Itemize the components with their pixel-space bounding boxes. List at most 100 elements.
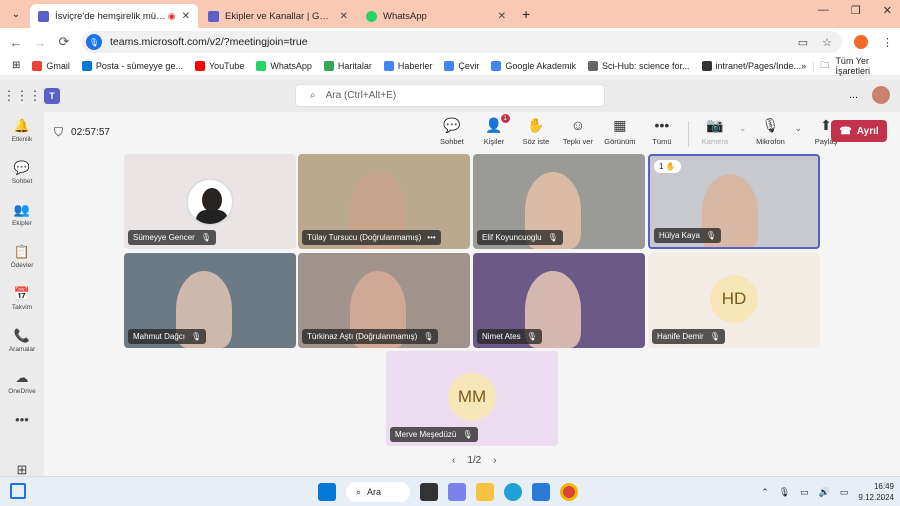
control-button[interactable]: ✋ Söz iste (518, 117, 554, 146)
camera-options-icon[interactable]: ⌄ (739, 123, 747, 134)
bookmark-item[interactable]: Haberler (383, 60, 432, 71)
extension-icon[interactable] (854, 35, 868, 49)
bookmark-item[interactable]: WhatsApp (256, 60, 312, 71)
bookmark-item[interactable]: intranet/Pages/Inde... (701, 60, 801, 71)
store-icon[interactable] (532, 483, 550, 501)
bookmark-item[interactable]: Gmail (32, 60, 70, 71)
view-icon: ▦ (613, 117, 626, 135)
bookmark-item[interactable]: Google Akademik (491, 60, 576, 71)
task-view-icon[interactable] (420, 483, 438, 501)
bookmark-star-icon[interactable]: ☆ (822, 36, 832, 49)
restore-icon[interactable]: ❐ (851, 4, 861, 17)
browser-menu-icon[interactable]: ⋮ (882, 36, 893, 49)
minimize-icon[interactable]: — (818, 4, 829, 17)
bookmark-item[interactable]: Posta - sümeyye ge... (81, 60, 183, 71)
bookmark-item[interactable]: Haritalar (323, 60, 372, 71)
tab-meeting[interactable]: İsviçre'de hemşirelik müfredat ◉ ✕ (30, 4, 198, 28)
chevron-up-icon[interactable]: ⌃ (761, 487, 769, 498)
participant-tile[interactable]: MM Merve Meşedüzü 🎙 (386, 351, 558, 446)
settings-more-icon[interactable]: ... (849, 89, 858, 101)
participant-tile[interactable]: HD Hanife Demir 🎙 (648, 253, 820, 348)
teams-app-icon[interactable] (448, 483, 466, 501)
chat-icon: 💬 (13, 160, 31, 175)
back-icon[interactable]: ← (4, 35, 28, 50)
rail-item[interactable]: ••• (0, 412, 44, 448)
widgets-icon[interactable] (10, 483, 26, 499)
rail-item[interactable]: 📋 Ödevler (0, 244, 44, 280)
close-icon[interactable]: ✕ (498, 11, 506, 22)
initials-avatar: MM (448, 373, 496, 421)
cast-icon[interactable]: ▭ (798, 36, 808, 49)
tab-teams-channels[interactable]: Ekipler ve Kanallar | Genel | Mic ✕ (200, 4, 356, 28)
network-icon[interactable]: ▭ (800, 487, 809, 498)
taskbar-search[interactable]: ⌕ Ara (346, 482, 410, 502)
all-bookmarks-link[interactable]: Tüm Yer İşaretleri (835, 56, 890, 76)
close-icon[interactable]: ✕ (340, 11, 348, 22)
rail-item[interactable]: 🔔 Etkinlik (0, 118, 44, 154)
mic-button[interactable]: 🎙 Mikrofon (752, 117, 788, 146)
clock[interactable]: 16:49 9.12.2024 (858, 481, 894, 503)
participant-name: Sümeyye Gencer (133, 233, 195, 242)
bell-icon: 🔔 (13, 118, 31, 133)
more-options-icon[interactable]: ••• (427, 233, 435, 242)
mic-tray-icon[interactable]: 🎙 (779, 487, 790, 498)
participant-tile[interactable]: 1 ✋ Hülya Kaya 🎙 (648, 154, 820, 249)
close-icon[interactable]: ✕ (182, 11, 190, 22)
rail-item[interactable]: 👥 Ekipler (0, 202, 44, 238)
mic-options-icon[interactable]: ⌄ (794, 123, 802, 134)
new-tab-button[interactable]: + (522, 6, 530, 22)
participant-name: Mahmut Dağcı (133, 332, 186, 341)
mic-muted-icon: 🎙 (423, 332, 434, 341)
control-button[interactable]: ••• Tümü (644, 117, 680, 146)
prev-page-button[interactable]: ‹ (452, 455, 455, 466)
rail-item[interactable]: 📅 Takvim (0, 286, 44, 322)
site-info-icon[interactable]: 🎙 (86, 34, 102, 50)
control-button[interactable]: ▦ Görünüm (602, 117, 638, 146)
app-launcher-icon[interactable]: ⋮⋮⋮ (0, 88, 44, 104)
reload-icon[interactable]: ⟳ (52, 34, 76, 50)
bookmark-favicon-icon (383, 60, 394, 71)
camera-button[interactable]: 📷 Kamera (697, 117, 733, 146)
rail-item[interactable]: ☁ OneDrive (0, 370, 44, 406)
file-explorer-icon[interactable] (476, 483, 494, 501)
tab-search-icon[interactable]: ⌄ (6, 4, 26, 24)
rail-label: Aramalar (8, 346, 36, 353)
control-label: Söz iste (522, 137, 550, 146)
close-window-icon[interactable]: ✕ (883, 4, 892, 17)
next-page-button[interactable]: › (493, 455, 496, 466)
shield-icon: ⛉ (54, 124, 64, 139)
participant-tile[interactable]: Türkinaz Aştı (Doğrulanmamış) 🎙 (298, 253, 470, 348)
avatar[interactable] (872, 86, 890, 104)
url-field[interactable]: 🎙 teams.microsoft.com/v2/?meetingjoin=tr… (82, 31, 842, 53)
apps-grid-icon[interactable]: ⊞ (12, 60, 20, 71)
bookmark-item[interactable]: Sci-Hub: science for... (587, 60, 690, 71)
search-input[interactable]: ⌕ Ara (Ctrl+Alt+E) (295, 84, 605, 107)
battery-icon[interactable]: ▭ (840, 487, 849, 498)
participant-tile[interactable]: Nimet Ates 🎙 (473, 253, 645, 348)
volume-icon[interactable]: 🔊 (819, 487, 830, 498)
bookmark-favicon-icon (701, 60, 712, 71)
control-button[interactable]: 👤 1 Kişiler (476, 114, 512, 146)
leave-button[interactable]: ☎ Ayrıl (831, 120, 887, 142)
participant-tile[interactable]: Sümeyye Gencer 🎙 (124, 154, 296, 249)
bookmark-label: WhatsApp (270, 60, 312, 71)
chrome-icon[interactable] (560, 483, 578, 501)
start-icon[interactable] (318, 483, 336, 501)
edge-icon[interactable] (504, 483, 522, 501)
control-button[interactable]: ☺ Tepki ver (560, 117, 596, 146)
mic-muted-icon: 🎙 (200, 233, 211, 242)
control-glyph: 👤 (485, 117, 503, 133)
tab-whatsapp[interactable]: WhatsApp ✕ (358, 4, 514, 28)
bookmark-item[interactable]: YouTube (194, 60, 244, 71)
participant-tile[interactable]: Mahmut Dağcı 🎙 (124, 253, 296, 348)
control-button[interactable]: 💬 Sohbet (434, 117, 470, 146)
participant-tile[interactable]: Tülay Tursucu (Doğrulanmamış) ••• (298, 154, 470, 249)
more-icon: ••• (655, 117, 670, 135)
rail-item[interactable]: 💬 Sohbet (0, 160, 44, 196)
participant-tile[interactable]: Elif Koyuncuoglu 🎙 (473, 154, 645, 249)
forward-icon[interactable]: → (28, 35, 52, 50)
bookmarks-more[interactable]: » (801, 61, 806, 71)
rail-item[interactable]: 📞 Aramalar (0, 328, 44, 364)
more-icon: ••• (15, 412, 29, 427)
bookmark-item[interactable]: Çevir (444, 60, 479, 71)
